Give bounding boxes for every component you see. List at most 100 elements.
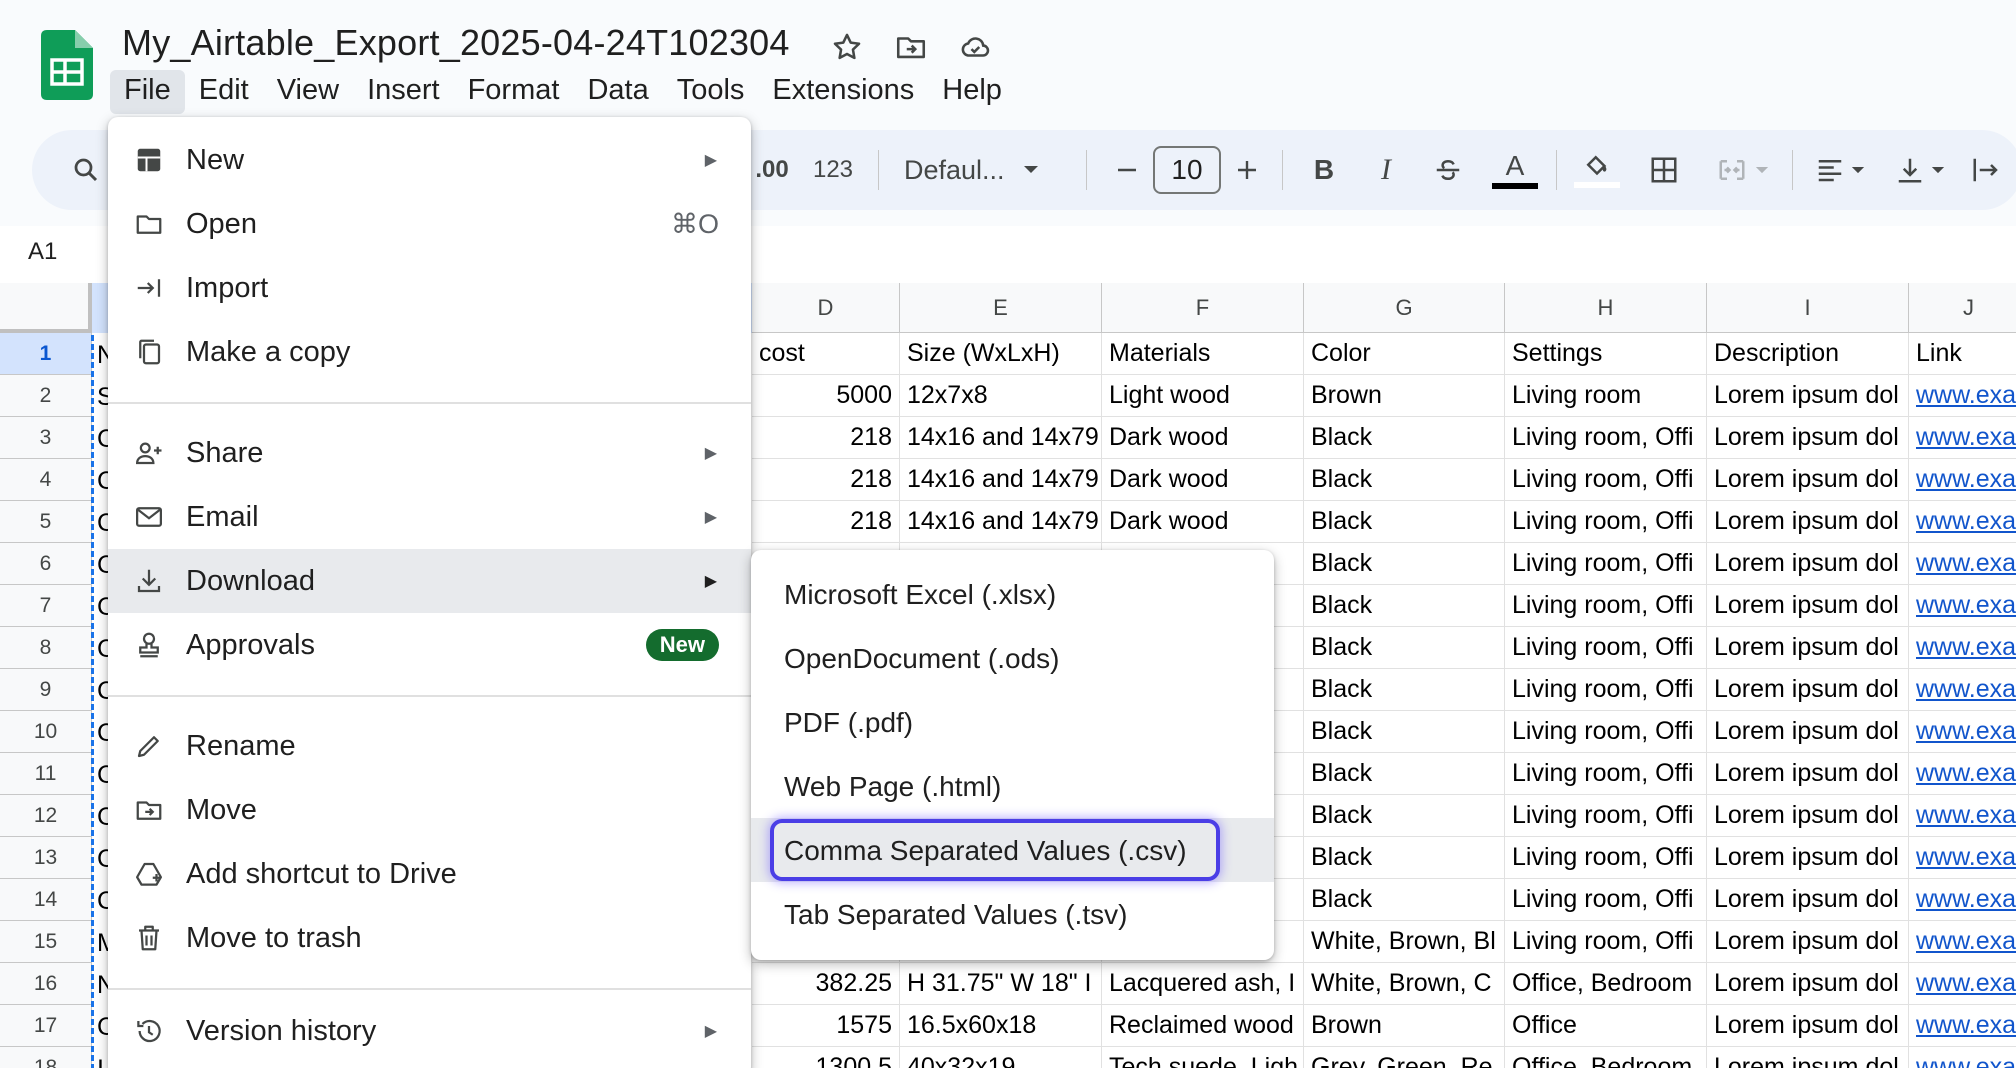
table-cell[interactable]: Black [1304,501,1505,543]
table-cell[interactable]: Lorem ipsum dol [1707,459,1909,501]
table-cell[interactable]: www.exa [1909,417,2016,459]
table-cell[interactable]: Black [1304,795,1505,837]
row-header[interactable]: 11 [0,753,92,795]
column-header-i[interactable]: I [1707,283,1909,333]
row-header[interactable]: 18 [0,1047,92,1068]
table-cell[interactable]: www.exa [1909,669,2016,711]
download-xlsx[interactable]: Microsoft Excel (.xlsx) [751,562,1274,626]
table-cell[interactable]: 5000 [752,375,900,417]
increase-font-size-icon[interactable] [1227,130,1267,210]
row-header[interactable]: 15 [0,921,92,963]
menu-help[interactable]: Help [928,70,1016,114]
table-cell[interactable]: www.exa [1909,627,2016,669]
table-cell[interactable]: 218 [752,459,900,501]
table-cell[interactable]: Settings [1505,333,1707,375]
file-menu-new[interactable]: New ▶ [108,128,751,192]
download-ods[interactable]: OpenDocument (.ods) [751,626,1274,690]
table-cell[interactable]: Black [1304,837,1505,879]
table-cell[interactable]: Grey, Green, Re [1304,1047,1505,1068]
name-box[interactable]: A1 [28,238,57,266]
table-cell[interactable]: www.exa [1909,459,2016,501]
table-cell[interactable]: Description [1707,333,1909,375]
column-header-h[interactable]: H [1505,283,1707,333]
table-cell[interactable]: www.exa [1909,711,2016,753]
table-cell[interactable]: www.exa [1909,921,2016,963]
table-cell[interactable]: Lorem ipsum dol [1707,753,1909,795]
table-cell[interactable]: Lorem ipsum dol [1707,501,1909,543]
table-cell[interactable]: www.exa [1909,1005,2016,1047]
table-cell[interactable]: www.exa [1909,963,2016,1005]
table-cell[interactable]: Dark wood [1102,459,1304,501]
row-header[interactable]: 9 [0,669,92,711]
table-cell[interactable]: Black [1304,669,1505,711]
table-cell[interactable]: Lorem ipsum dol [1707,417,1909,459]
table-cell[interactable]: Living room, Offi [1505,921,1707,963]
table-cell[interactable]: H 31.75" W 18" I [900,963,1102,1005]
file-menu-email[interactable]: Email ▶ [108,485,751,549]
file-menu-move[interactable]: Move [108,778,751,842]
table-cell[interactable]: Living room, Offi [1505,585,1707,627]
column-header-j[interactable]: J [1909,283,2016,333]
row-header[interactable]: 4 [0,459,92,501]
merge-cells-icon[interactable] [1708,130,1778,210]
fill-color-icon[interactable] [1572,130,1622,210]
file-menu-import[interactable]: Import [108,256,751,320]
row-header[interactable]: 16 [0,963,92,1005]
table-cell[interactable]: Black [1304,417,1505,459]
download-tsv[interactable]: Tab Separated Values (.tsv) [751,882,1274,946]
table-cell[interactable]: Living room, Offi [1505,501,1707,543]
download-html[interactable]: Web Page (.html) [751,754,1274,818]
menu-data[interactable]: Data [573,70,662,114]
table-cell[interactable]: 382.25 [752,963,900,1005]
table-cell[interactable]: Lorem ipsum dol [1707,543,1909,585]
table-cell[interactable]: Living room, Offi [1505,543,1707,585]
table-cell[interactable]: cost [752,333,900,375]
menu-insert[interactable]: Insert [353,70,454,114]
table-cell[interactable]: 218 [752,501,900,543]
strikethrough-icon[interactable] [1428,130,1468,210]
search-menus-icon[interactable] [66,130,106,210]
table-cell[interactable]: www.exa [1909,1047,2016,1068]
table-cell[interactable]: Lorem ipsum dol [1707,921,1909,963]
menu-view[interactable]: View [263,70,353,114]
table-cell[interactable]: Tech suede, Ligh [1102,1047,1304,1068]
row-header[interactable]: 7 [0,585,92,627]
table-cell[interactable]: Color [1304,333,1505,375]
table-cell[interactable]: Black [1304,753,1505,795]
row-header[interactable]: 14 [0,879,92,921]
row-header[interactable]: 3 [0,417,92,459]
table-cell[interactable]: Black [1304,543,1505,585]
font-size-input[interactable]: 10 [1153,146,1221,194]
select-all-corner[interactable] [0,283,92,333]
table-cell[interactable]: Living room, Offi [1505,417,1707,459]
table-cell[interactable]: Living room, Offi [1505,837,1707,879]
table-cell[interactable]: Office, Bedroom [1505,1047,1707,1068]
table-cell[interactable]: 1300.5 [752,1047,900,1068]
table-cell[interactable]: Black [1304,585,1505,627]
table-cell[interactable]: Lorem ipsum dol [1707,669,1909,711]
table-cell[interactable]: Black [1304,879,1505,921]
table-cell[interactable]: Black [1304,711,1505,753]
table-cell[interactable]: Lorem ipsum dol [1707,879,1909,921]
column-header-d[interactable]: D [752,283,900,333]
cloud-saved-icon[interactable] [958,30,992,64]
row-header[interactable]: 5 [0,501,92,543]
row-header[interactable]: 8 [0,627,92,669]
italic-icon[interactable]: I [1366,130,1406,210]
table-cell[interactable]: 40x32x19 [900,1047,1102,1068]
table-cell[interactable]: www.exa [1909,795,2016,837]
table-cell[interactable]: Living room [1505,375,1707,417]
file-menu-rename[interactable]: Rename [108,714,751,778]
text-color-icon[interactable]: A [1490,130,1540,210]
horizontal-align-icon[interactable] [1808,130,1872,210]
row-header[interactable]: 17 [0,1005,92,1047]
table-cell[interactable]: Living room, Offi [1505,459,1707,501]
table-cell[interactable]: Black [1304,459,1505,501]
table-cell[interactable]: White, Brown, Bl [1304,921,1505,963]
column-header-e[interactable]: E [900,283,1102,333]
table-cell[interactable]: 12x7x8 [900,375,1102,417]
column-header-f[interactable]: F [1102,283,1304,333]
menu-extensions[interactable]: Extensions [758,70,928,114]
table-cell[interactable]: 14x16 and 14x79 [900,459,1102,501]
table-cell[interactable]: Lorem ipsum dol [1707,375,1909,417]
